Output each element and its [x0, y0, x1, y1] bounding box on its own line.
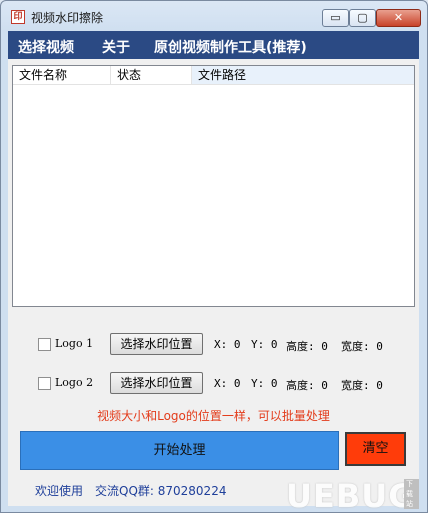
logo1-x-value: X: 0 — [214, 338, 241, 351]
logo2-height-value: 高度: 0 — [286, 379, 328, 392]
main-window: 印 视频水印擦除 ▭ ▢ ✕ 选择视频 关于 原创视频制作工具(推荐) 文件名称… — [0, 0, 428, 513]
close-button[interactable]: ✕ — [376, 9, 421, 27]
qq-group-text: 交流QQ群: 870280224 — [95, 484, 227, 498]
minimize-button[interactable]: ▭ — [322, 9, 349, 27]
table-header: 文件名称 状态 文件路径 — [13, 66, 414, 85]
maximize-button[interactable]: ▢ — [349, 9, 376, 27]
logo1-y-value: Y: 0 — [251, 338, 278, 351]
logo2-checkbox[interactable] — [38, 377, 51, 390]
column-header-status[interactable]: 状态 — [111, 66, 192, 84]
batch-hint-text: 视频大小和Logo的位置一样，可以批量处理 — [97, 409, 330, 423]
logo2-x-value: X: 0 — [214, 377, 241, 390]
menu-about[interactable]: 关于 — [102, 37, 130, 57]
client-area: 选择视频 关于 原创视频制作工具(推荐) 文件名称 状态 文件路径 Logo 1… — [8, 31, 419, 512]
start-processing-button[interactable]: 开始处理 — [20, 431, 339, 470]
logo1-width-value: 宽度: 0 — [341, 340, 383, 353]
logo2-select-position-button[interactable]: 选择水印位置 — [110, 372, 203, 394]
logo2-row: Logo 2 选择水印位置 X: 0 Y: 0 高度: 0 宽度: 0 — [8, 372, 419, 396]
menu-original-video-tool[interactable]: 原创视频制作工具(推荐) — [154, 37, 307, 57]
logo2-label: Logo 2 — [55, 376, 94, 389]
menu-select-video[interactable]: 选择视频 — [18, 37, 74, 57]
site-watermark-sub: 下载站 — [404, 479, 419, 509]
file-list-table[interactable]: 文件名称 状态 文件路径 — [12, 65, 415, 307]
site-watermark-logo: UEBUG — [286, 477, 416, 513]
column-header-filename[interactable]: 文件名称 — [13, 66, 111, 84]
title-bar[interactable]: 印 视频水印擦除 ▭ ▢ ✕ — [1, 1, 427, 31]
logo1-label: Logo 1 — [55, 337, 94, 350]
logo1-select-position-button[interactable]: 选择水印位置 — [110, 333, 203, 355]
window-title: 视频水印擦除 — [31, 11, 104, 25]
logo1-checkbox[interactable] — [38, 338, 51, 351]
app-logo-icon: 印 — [11, 10, 25, 24]
logo2-y-value: Y: 0 — [251, 377, 278, 390]
logo1-height-value: 高度: 0 — [286, 340, 328, 353]
logo2-width-value: 宽度: 0 — [341, 379, 383, 392]
welcome-text: 欢迎使用 — [35, 484, 84, 498]
column-header-filepath[interactable]: 文件路径 — [192, 66, 414, 84]
menu-bar: 选择视频 关于 原创视频制作工具(推荐) — [8, 31, 419, 59]
logo1-row: Logo 1 选择水印位置 X: 0 Y: 0 高度: 0 宽度: 0 — [8, 333, 419, 357]
clear-button[interactable]: 清空 — [345, 432, 406, 466]
